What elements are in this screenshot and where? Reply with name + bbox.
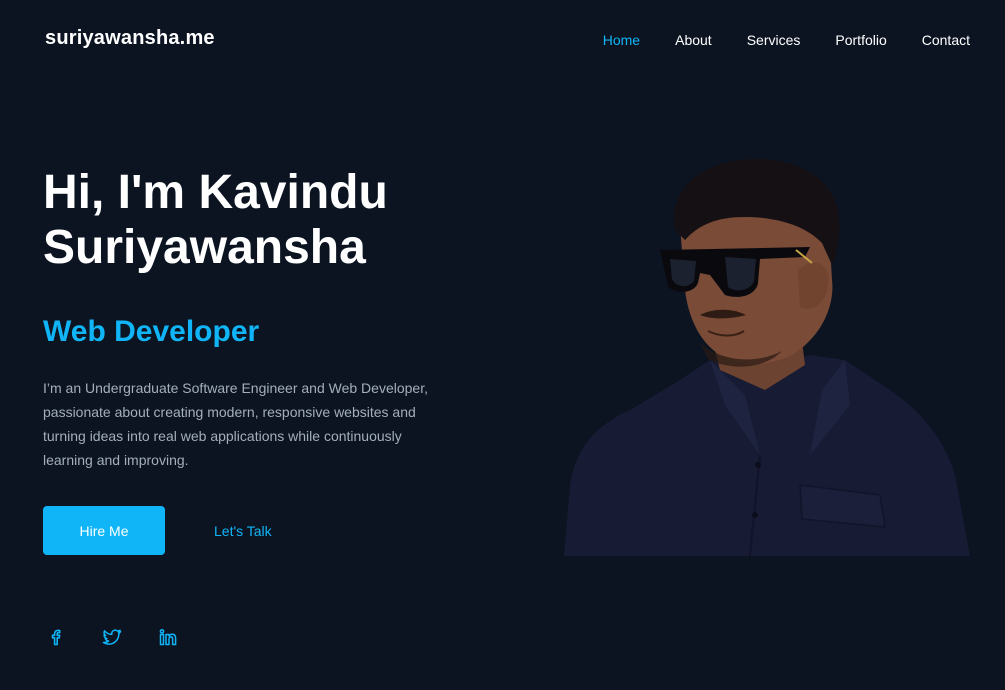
lets-talk-button[interactable]: Let's Talk [214, 522, 272, 540]
nav-item-contact[interactable]: Contact [922, 31, 970, 49]
social-links [46, 627, 214, 647]
facebook-link[interactable] [46, 627, 66, 647]
hero-title-line-1: Hi, I'm Kavindu [43, 166, 388, 219]
nav-item-services[interactable]: Services [747, 31, 801, 49]
nav-item-about[interactable]: About [675, 31, 712, 49]
linkedin-link[interactable] [158, 627, 178, 647]
twitter-icon [102, 629, 122, 645]
main-nav: Home About Services Portfolio Contact [568, 31, 970, 49]
hero-role: Web Developer [43, 315, 260, 348]
hire-me-button[interactable]: Hire Me [43, 506, 165, 555]
twitter-link[interactable] [102, 627, 122, 647]
facebook-icon [51, 629, 61, 646]
linkedin-icon [159, 628, 177, 646]
nav-item-home[interactable]: Home [603, 31, 640, 49]
hero-title-line-2: Suriyawansha [43, 221, 366, 274]
hero-bio: I’m an Undergraduate Software Engineer a… [43, 380, 428, 468]
site-logo[interactable]: suriyawansha.me [45, 27, 215, 50]
profile-photo [564, 159, 970, 556]
hero-title: Hi, I'm Kavindu Suriyawansha [43, 165, 463, 275]
nav-item-portfolio[interactable]: Portfolio [835, 31, 886, 49]
